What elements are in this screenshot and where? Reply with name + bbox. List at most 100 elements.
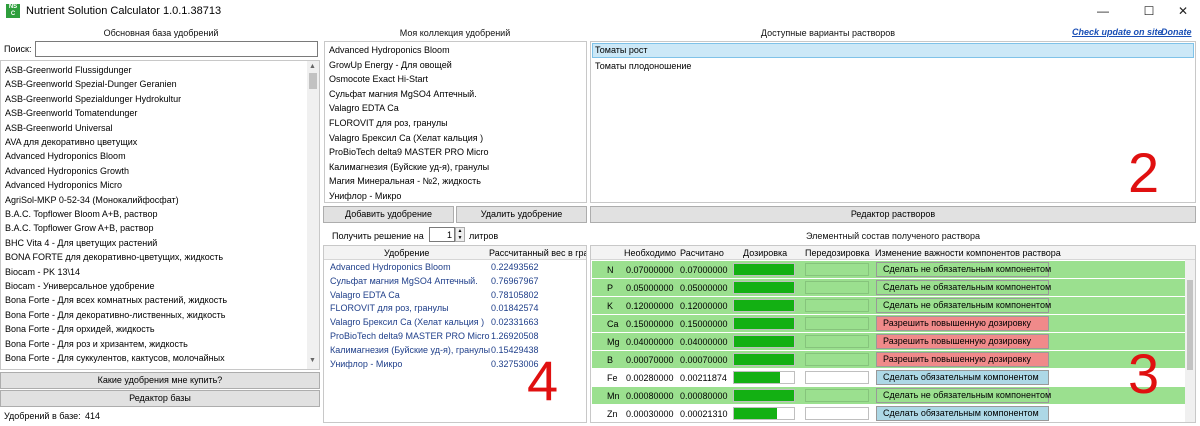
list-item[interactable]: BONA FORTE для декоративно-цветущих, жид… — [5, 252, 223, 262]
list-item[interactable]: Valagro Брексил Ca (Хелат кальция ) — [329, 133, 483, 143]
table-cell[interactable]: 0.01842574 — [491, 303, 539, 313]
col-over-header[interactable]: Передозировка — [805, 248, 870, 258]
list-item[interactable]: Магия Минеральная - №2, жидкость — [329, 176, 481, 186]
list-item[interactable]: Osmocote Exact Hi-Start — [329, 74, 428, 84]
composition-header: Элементный состав полученого раствора — [805, 231, 981, 241]
maximize-button[interactable]: ☐ — [1136, 2, 1162, 20]
list-item[interactable]: Valagro EDTA Ca — [329, 103, 399, 113]
list-item[interactable]: ASB-Greenworld Spezialdunger Hydrokultur — [5, 94, 181, 104]
base-count-value: 414 — [85, 411, 101, 421]
list-item[interactable]: AVA для декоративно цветущих — [5, 137, 137, 147]
list-item[interactable]: Унифлор - Микро — [329, 191, 401, 201]
solutions-editor-button[interactable]: Редактор растворов — [590, 206, 1196, 223]
minimize-button[interactable]: — — [1090, 2, 1116, 20]
importance-change-button[interactable]: Сделать обязательным компонентом — [876, 406, 1049, 421]
add-fertilizer-button[interactable]: Добавить удобрение — [323, 206, 454, 223]
table-row[interactable]: Advanced Hydroponics Bloom — [330, 262, 451, 272]
list-item[interactable]: ProBioTech delta9 MASTER PRO Micro — [329, 147, 489, 157]
list-item[interactable]: Калимагнезия (Буйские уд-я), гранулы — [329, 162, 489, 172]
scroll-down-icon[interactable]: ▼ — [309, 357, 316, 364]
list-item[interactable]: ASB-Greenworld Universal — [5, 123, 113, 133]
table-row[interactable]: Valagro Брексил Ca (Хелат кальция ) — [330, 317, 484, 327]
table-row[interactable]: Калимагнезия (Буйские уд-я), гранулы — [330, 345, 490, 355]
importance-change-button[interactable]: Сделать не обязательным компонентом — [876, 262, 1051, 277]
list-item[interactable]: Advanced Hydroponics Growth — [5, 166, 129, 176]
col-calc-header[interactable]: Расчитано — [680, 248, 724, 258]
table-row[interactable]: Valagro EDTA Ca — [330, 290, 400, 300]
check-update-link[interactable]: Check update on site — [1072, 27, 1163, 37]
list-item[interactable]: Bona Forte - Для всех комнатных растений… — [5, 295, 227, 305]
list-item[interactable]: Advanced Hydroponics Micro — [5, 180, 122, 190]
which-fertilizers-button[interactable]: Какие удобрения мне купить? — [0, 372, 320, 389]
dose-progress-bar — [733, 263, 795, 276]
importance-change-button[interactable]: Сделать обязательным компонентом — [876, 370, 1049, 385]
base-list[interactable]: ASB-Greenworld Flussigdunger ASB-Greenwor… — [0, 60, 320, 370]
table-cell[interactable]: 0.02331663 — [491, 317, 539, 327]
element-symbol: Mn — [607, 391, 620, 401]
element-symbol: Fe — [607, 373, 618, 383]
list-item[interactable]: ASB-Greenworld Spezial-Dunger Geranien — [5, 79, 177, 89]
composition-grid[interactable]: Необходимо Расчитано Дозировка Передозир… — [590, 245, 1196, 423]
list-item[interactable]: Advanced Hydroponics Bloom — [5, 151, 126, 161]
list-item[interactable]: FLOROVIT для роз, гранулы — [329, 118, 448, 128]
list-item[interactable]: Biocam - PK 13\14 — [5, 267, 80, 277]
solve-label: Получить решение на — [332, 231, 424, 241]
importance-change-button[interactable]: Сделать не обязательным компонентом — [876, 388, 1051, 403]
list-item[interactable]: Bona Forte - Для роз и хризантем, жидкос… — [5, 339, 188, 349]
list-item[interactable]: Biocam - Универсальное удобрение — [5, 281, 155, 291]
list-item[interactable]: Bona Forte - Для декоративно-лиственных,… — [5, 310, 225, 320]
overdose-indicator — [805, 263, 869, 276]
col-dose-header[interactable]: Дозировка — [743, 248, 787, 258]
scroll-up-icon[interactable]: ▲ — [309, 63, 316, 70]
calc-value: 0.00070000 — [680, 355, 728, 365]
list-item[interactable]: ASB-Greenworld Tomatendunger — [5, 108, 137, 118]
delete-fertilizer-button[interactable]: Удалить удобрение — [456, 206, 587, 223]
list-item[interactable]: Томаты рост — [595, 45, 648, 55]
close-button[interactable]: ✕ — [1170, 2, 1196, 20]
table-row[interactable]: Сульфат магния MgSO4 Аптечный. — [330, 276, 478, 286]
table-row[interactable]: ProBioTech delta9 MASTER PRO Micro — [330, 331, 490, 341]
list-item[interactable]: ASB-Greenworld Flussigdunger — [5, 65, 132, 75]
list-item[interactable]: GrowUp Energy - Для овощей — [329, 60, 452, 70]
list-item[interactable]: BHC Vita 4 - Для цветущих растений — [5, 238, 157, 248]
search-input[interactable] — [35, 41, 318, 57]
liters-input[interactable] — [429, 227, 455, 242]
composition-scrollbar-thumb[interactable] — [1187, 280, 1193, 370]
col-change-header[interactable]: Изменение важности компонентов раствора — [875, 248, 1061, 258]
table-cell[interactable]: 0.22493562 — [491, 262, 539, 272]
table-cell[interactable]: 0.76967967 — [491, 276, 539, 286]
col-fertilizer-header[interactable]: Удобрение — [384, 248, 429, 258]
list-item[interactable]: Томаты плодоношение — [595, 61, 691, 71]
importance-change-button[interactable]: Разрешить повышенную дозировку — [876, 334, 1049, 349]
list-item[interactable]: AgriSol-MKP 0-52-34 (Монокалийфосфат) — [5, 195, 179, 205]
list-item[interactable]: B.A.C. Topflower Bloom A+B, раствор — [5, 209, 157, 219]
col-need-header[interactable]: Необходимо — [624, 248, 676, 258]
list-item[interactable]: Advanced Hydroponics Bloom — [329, 45, 450, 55]
importance-change-button[interactable]: Разрешить повышенную дозировку — [876, 316, 1049, 331]
scrollbar-thumb[interactable] — [309, 73, 317, 89]
table-row[interactable]: Унифлор - Микро — [330, 359, 402, 369]
list-item[interactable]: Сульфат магния MgSO4 Аптечный. — [329, 89, 477, 99]
table-cell[interactable]: 0.78105802 — [491, 290, 539, 300]
list-item[interactable]: B.A.C. Topflower Grow A+B, раствор — [5, 223, 153, 233]
col-weight-header[interactable]: Рассчитанный вес в грам — [489, 248, 586, 258]
importance-change-button[interactable]: Сделать не обязательным компонентом — [876, 280, 1051, 295]
overdose-indicator — [805, 407, 869, 420]
importance-change-button[interactable]: Сделать не обязательным компонентом — [876, 298, 1051, 313]
dose-progress-bar — [733, 335, 795, 348]
table-row[interactable]: FLOROVIT для роз, гранулы — [330, 303, 449, 313]
importance-change-button[interactable]: Разрешить повышенную дозировку — [876, 352, 1049, 367]
list-item[interactable]: Bona Forte - Для суккулентов, кактусов, … — [5, 353, 225, 363]
base-list-scrollbar[interactable]: ▲ ▼ — [307, 61, 319, 369]
list-item[interactable]: Bona Forte - Для орхидей, жидкость — [5, 324, 155, 334]
collection-list[interactable]: Advanced Hydroponics Bloom GrowUp Energy … — [324, 41, 587, 203]
calc-value: 0.12000000 — [680, 301, 728, 311]
liters-stepper[interactable]: ▲ ▼ — [455, 227, 465, 242]
table-cell[interactable]: 1.26920508 — [491, 331, 539, 341]
need-value: 0.00070000 — [626, 355, 674, 365]
solutions-list[interactable]: Томаты рост Томаты плодоношение — [590, 41, 1196, 203]
donate-link[interactable]: Donate — [1161, 27, 1192, 37]
dose-progress-bar — [733, 353, 795, 366]
base-editor-button[interactable]: Редактор базы — [0, 390, 320, 407]
composition-scrollbar[interactable] — [1185, 260, 1195, 422]
